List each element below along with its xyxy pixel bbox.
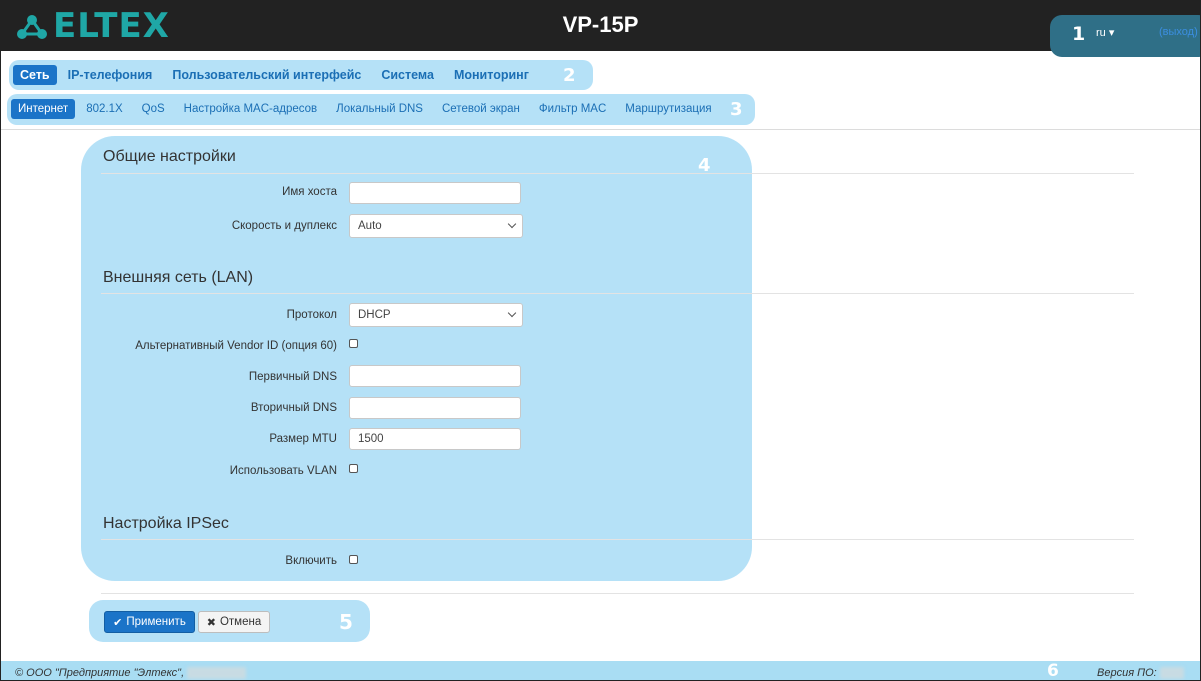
secondary-dns-label: Вторичный DNS [250, 402, 337, 414]
sub-nav: Интернет 802.1X QoS Настройка MAC-адресо… [11, 98, 723, 120]
hostname-label: Имя хоста [282, 186, 337, 198]
ipsec-enable-label: Включить [285, 555, 337, 567]
redacted-years: 0000 - 0000 [187, 667, 246, 679]
speed-duplex-select[interactable]: Auto [349, 214, 523, 238]
firmware-version: Версия ПО: 0.0.0 [1097, 667, 1185, 679]
subtab-firewall[interactable]: Сетевой экран [434, 99, 528, 119]
language-dropdown[interactable]: ru ▾ [1096, 26, 1114, 39]
check-icon: ✔ [113, 616, 123, 629]
mtu-label: Размер MTU [269, 433, 337, 445]
vlan-label: Использовать VLAN [229, 465, 337, 477]
eltex-logo: ELTEX [15, 7, 170, 45]
actions-divider [101, 593, 1134, 594]
subtab-8021x[interactable]: 802.1X [78, 99, 130, 119]
speed-duplex-value: Auto [358, 220, 382, 232]
tab-network[interactable]: Сеть [13, 65, 57, 85]
chevron-down-icon [507, 308, 517, 318]
section-title-ipsec: Настройка IPSec [103, 515, 229, 532]
tab-ip-telephony[interactable]: IP-телефония [59, 65, 162, 85]
hostname-input[interactable] [349, 182, 521, 204]
copyright-text: © ООО "Предприятие "Элтекс", 0000 - 0000 [15, 667, 246, 679]
app-window: ELTEX VP-15P 1 ru ▾ (выход) 2 3 4 5 Сеть… [0, 0, 1201, 681]
logo-text: ELTEX [53, 6, 170, 46]
main-nav: Сеть IP-телефония Пользовательский интер… [13, 64, 540, 86]
primary-dns-input[interactable] [349, 365, 521, 387]
version-label: Версия ПО: [1097, 667, 1157, 679]
protocol-label: Протокол [286, 309, 337, 321]
subtab-mac-filter[interactable]: Фильтр MAC [531, 99, 614, 119]
section-title-lan: Внешняя сеть (LAN) [103, 269, 254, 286]
tab-monitoring[interactable]: Мониторинг [445, 65, 538, 85]
apply-button[interactable]: ✔ Применить [104, 611, 195, 633]
redacted-version: 0.0.0 [1159, 667, 1185, 679]
cancel-label: Отмена [219, 616, 262, 628]
subtab-routing[interactable]: Маршрутизация [617, 99, 719, 119]
secondary-dns-input[interactable] [349, 397, 521, 419]
copyright-label: © ООО "Предприятие "Элтекс", [15, 667, 185, 679]
ipsec-enable-checkbox[interactable] [349, 555, 358, 564]
vlan-checkbox[interactable] [349, 464, 358, 473]
logout-link[interactable]: (выход) [1159, 26, 1198, 38]
vendor-id-label: Альтернативный Vendor ID (опция 60) [135, 340, 337, 352]
annotation-5: 5 [339, 610, 353, 634]
annotation-3: 3 [730, 99, 743, 120]
section-divider [101, 293, 1134, 294]
subtab-local-dns[interactable]: Локальный DNS [328, 99, 431, 119]
annotation-2: 2 [563, 65, 576, 86]
subtab-mac-settings[interactable]: Настройка MAC-адресов [176, 99, 325, 119]
top-bar [1, 1, 1200, 51]
annotation-1: 1 [1072, 23, 1086, 45]
close-icon: ✖ [206, 616, 216, 629]
section-divider [101, 173, 1134, 174]
subtab-qos[interactable]: QoS [134, 99, 173, 119]
nav-divider [1, 129, 1200, 130]
primary-dns-label: Первичный DNS [248, 371, 337, 383]
section-divider [101, 539, 1134, 540]
annotation-6: 6 [1047, 661, 1059, 681]
protocol-select[interactable]: DHCP [349, 303, 523, 327]
chevron-down-icon [507, 219, 517, 229]
tab-system[interactable]: Система [372, 65, 443, 85]
protocol-value: DHCP [358, 309, 391, 321]
vendor-id-checkbox[interactable] [349, 339, 358, 348]
subtab-internet[interactable]: Интернет [11, 99, 76, 119]
speed-duplex-label: Скорость и дуплекс [231, 220, 337, 232]
apply-label: Применить [126, 616, 186, 628]
eltex-logo-icon [17, 15, 47, 39]
section-title-general: Общие настройки [103, 148, 236, 165]
tab-user-interface[interactable]: Пользовательский интерфейс [163, 65, 370, 85]
cancel-button[interactable]: ✖ Отмена [198, 611, 270, 633]
mtu-input[interactable] [349, 428, 521, 450]
